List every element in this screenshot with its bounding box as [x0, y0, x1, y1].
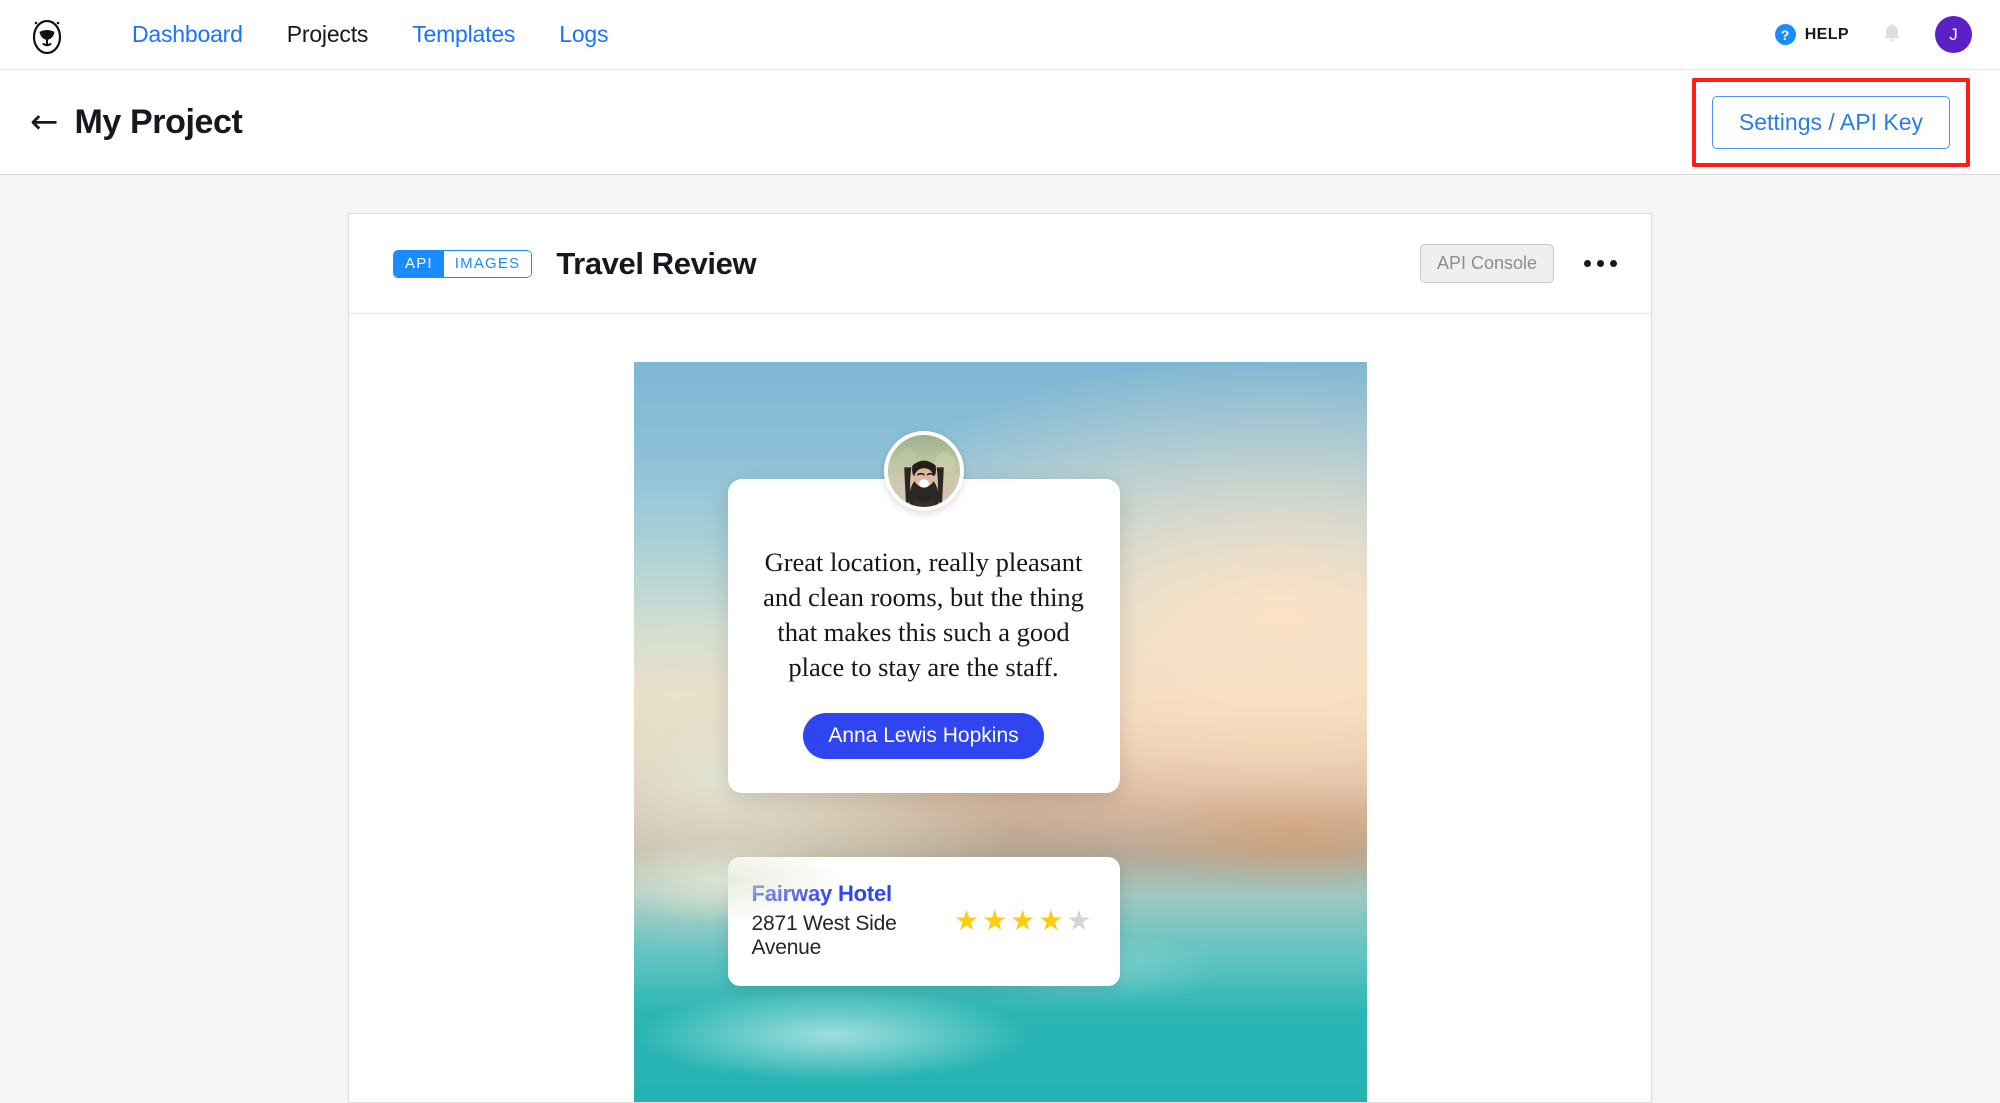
nav-link-dashboard[interactable]: Dashboard [110, 21, 265, 48]
user-avatar[interactable]: J [1935, 16, 1972, 53]
template-card-header: API IMAGES Travel Review API Console [349, 214, 1651, 314]
nav-link-logs[interactable]: Logs [537, 21, 630, 48]
help-question-icon: ? [1774, 24, 1796, 45]
star-rating: ★ ★ ★ ★ ★ [953, 903, 1092, 937]
api-images-badge: API IMAGES [393, 249, 533, 278]
settings-api-key-highlight-region: Settings / API Key [1691, 77, 1970, 167]
template-card: API IMAGES Travel Review API Console Gre… [348, 213, 1652, 1103]
back-arrow-icon[interactable]: ← [30, 105, 59, 139]
card-header-actions: API Console [1419, 244, 1625, 283]
review-image-preview: Great location, really pleasant and clea… [633, 362, 1367, 1102]
settings-api-key-button[interactable]: Settings / API Key [1711, 95, 1950, 149]
template-preview-body: Great location, really pleasant and clea… [349, 314, 1651, 1102]
hotel-address: 2871 West Side Avenue [751, 912, 897, 959]
smiling-woman-avatar [883, 431, 964, 511]
hotel-info-text: Fairway Hotel 2871 West Side Avenue [752, 881, 954, 960]
template-title: Travel Review [556, 245, 757, 281]
api-console-button[interactable]: API Console [1419, 244, 1554, 283]
egg-mascot-logo-icon[interactable] [26, 14, 68, 56]
more-options-icon[interactable] [1576, 254, 1625, 273]
top-navigation-bar: Dashboard Projects Templates Logs ? HELP… [0, 0, 2000, 70]
nav-link-projects[interactable]: Projects [265, 21, 390, 48]
help-button[interactable]: ? HELP [1774, 24, 1849, 45]
badge-segment-images: IMAGES [443, 250, 532, 277]
help-label: HELP [1804, 25, 1849, 43]
nav-right-actions: ? HELP J [1774, 16, 1972, 53]
reviewer-name-pill[interactable]: Anna Lewis Hopkins [803, 712, 1044, 759]
hotel-name[interactable]: Fairway Hotel [752, 881, 954, 907]
quote-card: Great location, really pleasant and clea… [727, 431, 1120, 793]
badge-segment-api: API [394, 250, 444, 277]
star-icon-5: ★ [1066, 903, 1092, 937]
nav-link-templates[interactable]: Templates [390, 21, 537, 48]
page-title: My Project [74, 102, 243, 141]
review-quote-text: Great location, really pleasant and clea… [763, 547, 1084, 682]
star-icon-3: ★ [1010, 903, 1036, 937]
project-header-bar: ← My Project Settings / API Key [0, 70, 2000, 175]
star-icon-4: ★ [1038, 903, 1064, 937]
primary-nav-links: Dashboard Projects Templates Logs [110, 21, 630, 48]
star-icon-1: ★ [953, 903, 980, 937]
main-content-area: API IMAGES Travel Review API Console Gre… [0, 175, 2000, 1103]
star-icon-2: ★ [982, 903, 1008, 937]
notification-bell-icon[interactable] [1879, 22, 1905, 48]
hotel-info-card: Fairway Hotel 2871 West Side Avenue ★ ★ … [727, 857, 1120, 986]
